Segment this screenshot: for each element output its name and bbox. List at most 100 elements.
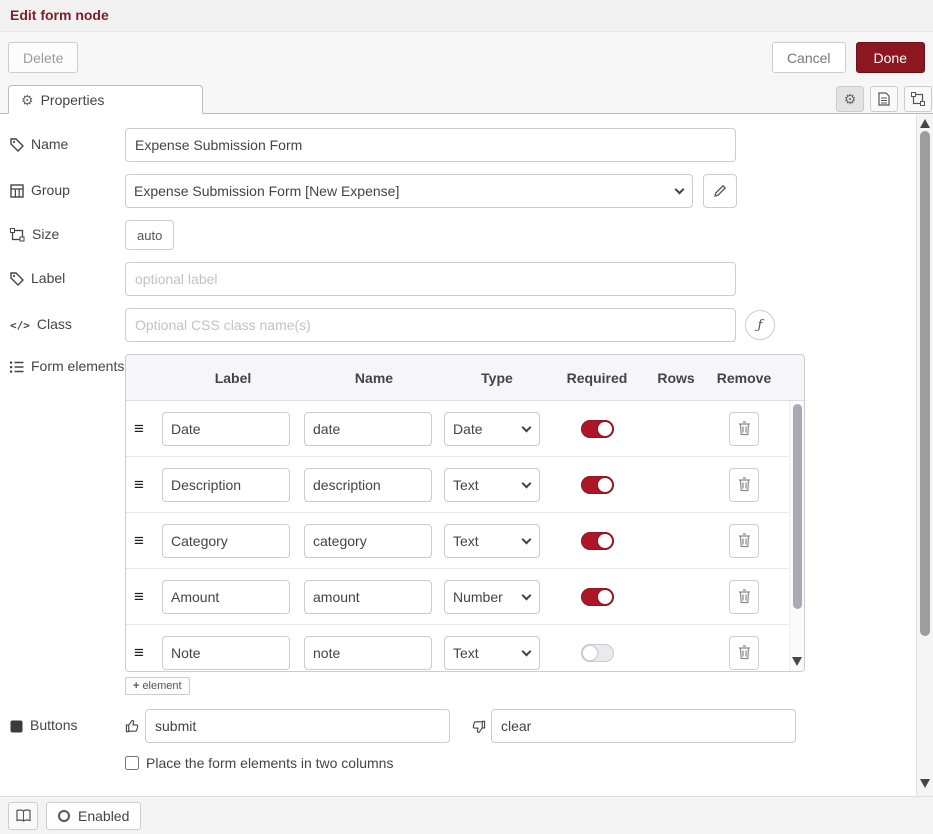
label-label: Label: [10, 270, 125, 288]
element-label-input[interactable]: [162, 412, 290, 446]
column-header-name: Name: [304, 370, 444, 386]
table-scrollbar[interactable]: [789, 401, 804, 671]
element-label-input[interactable]: [162, 580, 290, 614]
description-button[interactable]: [870, 86, 898, 112]
size-label: Size: [10, 226, 125, 244]
code-icon: </>: [10, 319, 30, 332]
trash-icon: [738, 589, 751, 604]
element-label-input[interactable]: [162, 468, 290, 502]
scroll-down-icon[interactable]: [920, 779, 930, 788]
node-settings-button[interactable]: ⚙: [836, 86, 864, 112]
form-element-row: ≡ Date: [126, 401, 804, 457]
buttons-row: Buttons: [10, 709, 903, 743]
element-label-input[interactable]: [162, 524, 290, 558]
edit-group-button[interactable]: [703, 174, 737, 208]
tab-action-buttons: ⚙: [836, 86, 932, 112]
thumbs-up-icon: [125, 719, 140, 734]
label-label-text: Label: [31, 270, 65, 288]
scroll-up-icon[interactable]: [920, 119, 930, 128]
cancel-button[interactable]: Cancel: [772, 42, 846, 73]
element-type-select[interactable]: Text: [444, 468, 540, 502]
remove-element-button[interactable]: [729, 580, 759, 614]
element-type-select[interactable]: Date: [444, 412, 540, 446]
fx-icon: ƒ: [758, 318, 763, 333]
class-input[interactable]: [125, 308, 736, 342]
remove-element-button[interactable]: [729, 524, 759, 558]
element-label-input[interactable]: [162, 636, 290, 670]
required-toggle[interactable]: [581, 588, 614, 606]
drag-handle-icon[interactable]: ≡: [134, 476, 162, 493]
group-select[interactable]: Expense Submission Form [New Expense]: [125, 174, 693, 208]
toggle-knob: [598, 590, 612, 604]
dialog-footer: Enabled: [0, 796, 933, 834]
enabled-label: Enabled: [78, 808, 129, 824]
drag-handle-icon[interactable]: ≡: [134, 588, 162, 605]
form-element-row: ≡ Text: [126, 625, 804, 671]
table-scroll-down-icon[interactable]: [792, 657, 802, 666]
element-name-input[interactable]: [304, 468, 432, 502]
required-toggle[interactable]: [581, 420, 614, 438]
required-toggle[interactable]: [581, 644, 614, 662]
properties-panel: Name Group Expense Submission Form [New …: [0, 114, 933, 796]
class-helper-button[interactable]: ƒ: [745, 310, 775, 340]
size-label-text: Size: [32, 226, 59, 244]
scroll-thumb[interactable]: [920, 131, 930, 636]
two-columns-checkbox[interactable]: [125, 756, 139, 770]
description-icon: [878, 92, 890, 106]
plus-icon: +: [133, 680, 139, 692]
element-name-input[interactable]: [304, 580, 432, 614]
element-type-select[interactable]: Number: [444, 580, 540, 614]
vertical-scrollbar[interactable]: [916, 114, 933, 796]
drag-handle-icon[interactable]: ≡: [134, 532, 162, 549]
form-element-row: ≡ Text: [126, 513, 804, 569]
clear-button-label-input[interactable]: [491, 709, 796, 743]
toggle-knob: [598, 422, 612, 436]
trash-icon: [738, 421, 751, 436]
submit-button-label-input[interactable]: [145, 709, 450, 743]
remove-element-button[interactable]: [729, 412, 759, 446]
group-row: Group Expense Submission Form [New Expen…: [10, 174, 903, 208]
remove-element-button[interactable]: [729, 636, 759, 670]
element-name-input[interactable]: [304, 524, 432, 558]
form-elements-label-text: Form elements: [31, 358, 124, 376]
tab-properties-label: Properties: [41, 92, 105, 108]
form-elements-table: Label Name Type Required Rows Remove ≡: [125, 354, 805, 672]
label-input[interactable]: [125, 262, 736, 296]
name-row: Name: [10, 128, 903, 162]
element-type-select[interactable]: Text: [444, 636, 540, 670]
required-toggle[interactable]: [581, 532, 614, 550]
size-button[interactable]: auto: [125, 220, 174, 250]
buttons-controls: [125, 709, 796, 743]
two-columns-label: Place the form elements in two columns: [146, 755, 393, 771]
done-button[interactable]: Done: [856, 42, 925, 73]
size-icon: [10, 228, 25, 242]
toggle-knob: [583, 646, 597, 660]
appearance-button[interactable]: [904, 86, 932, 112]
drag-handle-icon[interactable]: ≡: [134, 420, 162, 437]
required-toggle[interactable]: [581, 476, 614, 494]
element-type-select[interactable]: Text: [444, 524, 540, 558]
toggle-knob: [598, 478, 612, 492]
form-element-row: ≡ Number: [126, 569, 804, 625]
form-element-row: ≡ Text: [126, 457, 804, 513]
class-row: </> Class ƒ: [10, 308, 903, 342]
remove-element-button[interactable]: [729, 468, 759, 502]
trash-icon: [738, 645, 751, 660]
name-input[interactable]: [125, 128, 736, 162]
node-info-button[interactable]: [8, 802, 38, 830]
element-name-input[interactable]: [304, 636, 432, 670]
column-header-remove: Remove: [708, 370, 780, 386]
tab-properties[interactable]: ⚙ Properties: [8, 85, 203, 114]
column-header-label: Label: [162, 370, 304, 386]
table-scroll-thumb[interactable]: [793, 404, 802, 609]
gear-icon: ⚙: [844, 92, 857, 106]
column-header-type: Type: [444, 370, 550, 386]
enabled-toggle-button[interactable]: Enabled: [46, 802, 141, 830]
tag-icon: [10, 272, 24, 286]
element-name-input[interactable]: [304, 412, 432, 446]
drag-handle-icon[interactable]: ≡: [134, 644, 162, 661]
delete-button[interactable]: Delete: [8, 42, 78, 73]
add-element-button[interactable]: + element: [125, 677, 190, 695]
trash-icon: [738, 477, 751, 492]
class-label-text: Class: [37, 316, 72, 334]
